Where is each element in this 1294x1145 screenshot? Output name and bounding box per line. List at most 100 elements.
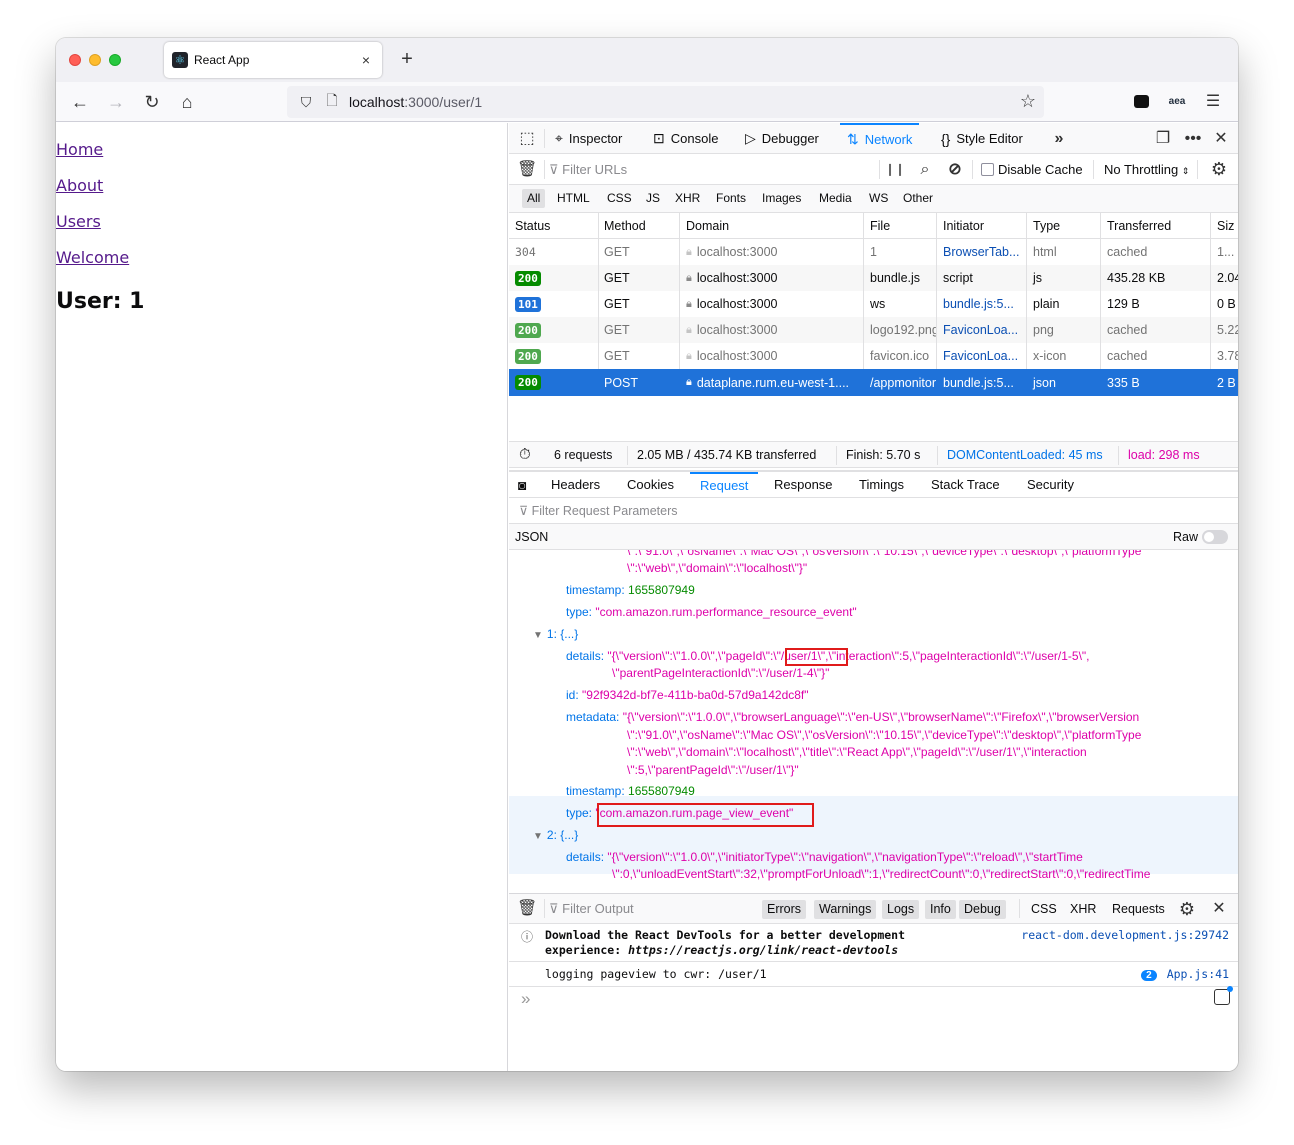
initiator-cell[interactable]: FaviconLoa...	[937, 317, 1027, 343]
filter-xhr[interactable]: XHR	[1065, 900, 1101, 919]
level-filter-logs[interactable]: Logs	[882, 900, 920, 919]
close-tab-icon[interactable]: ×	[358, 52, 374, 68]
nav-link-about[interactable]: About	[56, 176, 103, 195]
extension-icon[interactable]	[1129, 90, 1153, 114]
toggle-sidebar-icon[interactable]: ◙	[518, 472, 526, 499]
initiator-cell[interactable]: bundle.js:5...	[937, 291, 1027, 317]
devtools-link[interactable]: https://reactjs.org/link/react-devtools	[628, 943, 898, 957]
element-picker-icon[interactable]: ⬚	[517, 123, 537, 154]
level-filter-info[interactable]: Info	[925, 900, 956, 919]
filter-request-parameters-input[interactable]: ⊽ Filter Request Parameters	[509, 498, 1238, 524]
page-icon[interactable]: 🗋	[323, 90, 341, 114]
table-row[interactable]: 101 GET 🔒︎ localhost:3000 ws bundle.js:5.…	[509, 291, 1238, 317]
table-row[interactable]: 200 GET 🔒︎ localhost:3000 bundle.js scrip…	[509, 265, 1238, 291]
tab-timings[interactable]: Timings	[859, 472, 904, 499]
expand-triangle-icon[interactable]: ▼	[533, 831, 543, 842]
table-row[interactable]: 200 GET 🔒︎ localhost:3000 favicon.ico Fav…	[509, 343, 1238, 369]
level-filter-warnings[interactable]: Warnings	[814, 900, 877, 919]
url-bar[interactable]: ⛉ 🗋 localhost:3000/user/1 ☆	[287, 86, 1044, 118]
initiator-cell[interactable]: BrowserTab...	[937, 239, 1027, 265]
column-header-file[interactable]: File	[864, 213, 937, 238]
type-filter-all[interactable]: All	[522, 189, 546, 208]
initiator-cell[interactable]: FaviconLoa...	[937, 343, 1027, 369]
more-options-icon[interactable]: •••	[1181, 123, 1205, 154]
level-filter-debug[interactable]: Debug	[959, 900, 1006, 919]
close-window-button[interactable]	[69, 54, 81, 66]
type-filter-js[interactable]: JS	[641, 189, 665, 208]
type-filter-xhr[interactable]: XHR	[670, 189, 705, 208]
type-filter-html[interactable]: HTML	[552, 189, 595, 208]
tab-response[interactable]: Response	[774, 472, 833, 499]
raw-toggle[interactable]: Raw	[1173, 524, 1228, 550]
editor-mode-toggle-icon[interactable]	[1214, 986, 1233, 1005]
type-filter-images[interactable]: Images	[757, 189, 806, 208]
back-arrow-icon[interactable]: ←	[68, 90, 92, 114]
console-settings-gear-icon[interactable]: ⚙	[1176, 894, 1198, 924]
column-header-method[interactable]: Method	[599, 213, 680, 238]
disable-cache-checkbox[interactable]: Disable Cache	[981, 156, 1083, 182]
type-filter-media[interactable]: Media	[814, 189, 857, 208]
browser-tab[interactable]: ⚛ React App ×	[164, 42, 382, 78]
tab-console[interactable]: ⊡ Console	[653, 123, 718, 154]
message-source-link[interactable]: react-dom.development.js:29742	[1021, 928, 1229, 942]
column-header-domain[interactable]: Domain	[680, 213, 864, 238]
type-filter-ws[interactable]: WS	[864, 189, 893, 208]
close-split-console-icon[interactable]: ✕	[1209, 894, 1229, 924]
table-row-selected[interactable]: 200 POST 🔒︎ dataplane.rum.eu-west-1.... /…	[509, 369, 1238, 396]
zoom-window-button[interactable]	[109, 54, 121, 66]
column-header-status[interactable]: Status	[509, 213, 599, 238]
filter-urls-input[interactable]: ⊽ Filter URLs	[549, 154, 627, 185]
throttling-select[interactable]: No Throttling ⇕	[1104, 156, 1189, 182]
clear-console-trash-icon[interactable]: 🗑	[517, 894, 537, 924]
nav-link-home[interactable]: Home	[56, 140, 103, 159]
menu-hamburger-icon[interactable]: ☰	[1201, 90, 1225, 114]
console-input[interactable]	[509, 989, 1238, 1071]
level-filter-errors[interactable]: Errors	[762, 900, 807, 919]
search-icon[interactable]: ⌕	[915, 154, 935, 185]
shield-icon[interactable]: ⛉	[297, 94, 315, 111]
minimize-window-button[interactable]	[89, 54, 101, 66]
column-header-type[interactable]: Type	[1027, 213, 1101, 238]
tab-network[interactable]: ⇅ Network	[840, 123, 920, 154]
home-icon[interactable]: ⌂	[175, 90, 199, 114]
filter-output-input[interactable]: ⊽ Filter Output	[549, 894, 634, 924]
nav-link-welcome[interactable]: Welcome	[56, 248, 129, 267]
tab-style-editor[interactable]: {} Style Editor	[941, 123, 1023, 154]
tab-cookies[interactable]: Cookies	[627, 472, 674, 499]
type-filter-other[interactable]: Other	[898, 189, 938, 208]
type-filter-css[interactable]: CSS	[602, 189, 637, 208]
reload-icon[interactable]: ↻	[140, 90, 164, 114]
column-header-size[interactable]: Siz	[1211, 213, 1238, 238]
amazon-extension-icon[interactable]: aea	[1165, 90, 1189, 114]
more-tabs-chevron-icon[interactable]: »	[1049, 123, 1069, 154]
tab-request[interactable]: Request	[690, 472, 759, 499]
tab-stack-trace[interactable]: Stack Trace	[931, 472, 1000, 499]
filter-requests[interactable]: Requests	[1107, 900, 1170, 919]
trash-icon[interactable]: 🗑	[517, 154, 537, 185]
forward-arrow-icon[interactable]: →	[104, 90, 128, 114]
expand-triangle-icon[interactable]: ▼	[533, 630, 543, 641]
bookmark-star-icon[interactable]: ☆	[1020, 91, 1036, 112]
close-devtools-icon[interactable]: ✕	[1211, 123, 1231, 154]
toggle-switch[interactable]	[1202, 530, 1228, 544]
checkbox[interactable]	[981, 163, 994, 176]
column-header-transferred[interactable]: Transferred	[1101, 213, 1211, 238]
json-node-1[interactable]: ▼ 1: {...}	[533, 626, 578, 645]
settings-gear-icon[interactable]: ⚙	[1207, 154, 1231, 185]
type-filter-fonts[interactable]: Fonts	[711, 189, 751, 208]
message-source-link[interactable]: App.js:41	[1167, 967, 1229, 981]
table-row[interactable]: 200 GET 🔒︎ localhost:3000 logo192.png Fav…	[509, 317, 1238, 343]
tab-debugger[interactable]: ▷ Debugger	[745, 123, 819, 154]
column-header-initiator[interactable]: Initiator	[937, 213, 1027, 238]
nav-link-users[interactable]: Users	[56, 212, 101, 231]
dock-toggle-icon[interactable]: ❐	[1153, 123, 1173, 154]
initiator-cell[interactable]: bundle.js:5...	[937, 369, 1027, 396]
new-tab-button[interactable]: +	[396, 48, 418, 71]
block-icon[interactable]: ⊘	[945, 154, 965, 185]
table-row[interactable]: 304 GET 🔒︎ localhost:3000 1 BrowserTab...…	[509, 239, 1238, 265]
json-node-2[interactable]: ▼ 2: {...}	[533, 827, 578, 846]
tab-inspector[interactable]: ⌖ Inspector	[555, 123, 622, 154]
tab-headers[interactable]: Headers	[551, 472, 600, 499]
stopwatch-icon[interactable]: ⏱	[519, 442, 531, 468]
pause-icon[interactable]: ❙❙	[885, 154, 905, 185]
